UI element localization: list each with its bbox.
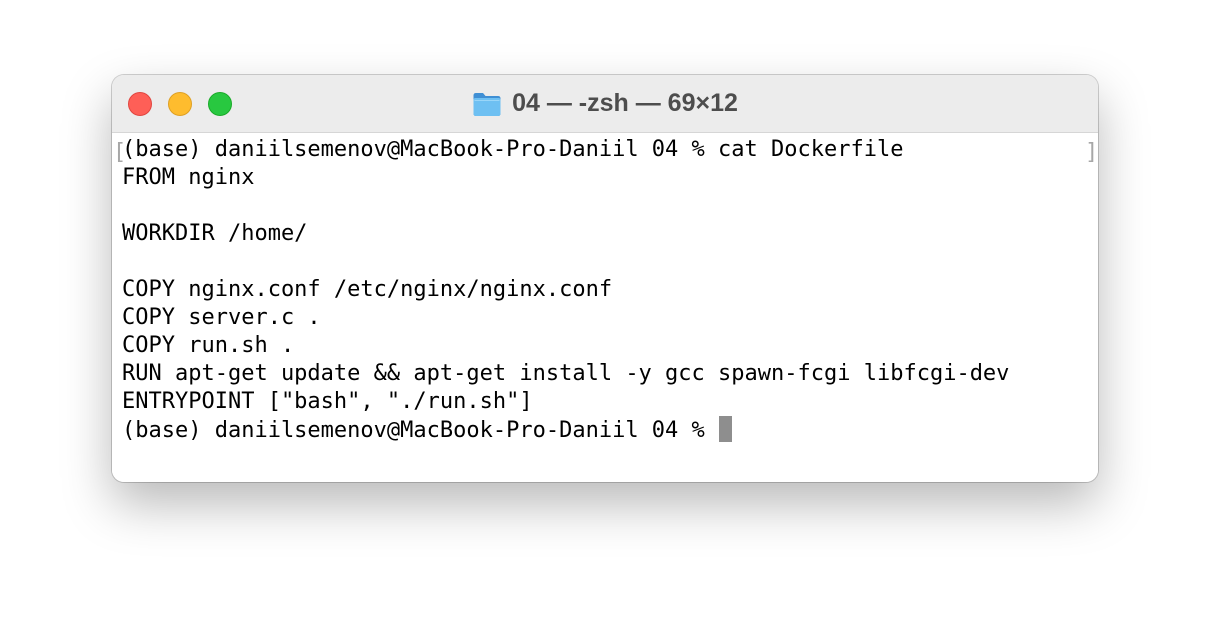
terminal-line: FROM nginx — [122, 165, 255, 190]
terminal-line: COPY server.c . — [122, 305, 321, 330]
shell-prompt: (base) daniilsemenov@MacBook-Pro-Daniil … — [122, 418, 719, 443]
terminal-line: RUN apt-get update && apt-get install -y… — [122, 361, 1010, 386]
terminal-line: (base) daniilsemenov@MacBook-Pro-Daniil … — [122, 137, 904, 162]
title-bar[interactable]: 04 — -zsh — 69×12 — [112, 75, 1098, 133]
text-cursor — [719, 416, 733, 442]
terminal-line: WORKDIR /home/ — [122, 221, 308, 246]
terminal-window[interactable]: 04 — -zsh — 69×12 [ ] (base) daniilsemen… — [112, 75, 1098, 482]
terminal-content[interactable]: [ ] (base) daniilsemenov@MacBook-Pro-Dan… — [112, 133, 1098, 482]
terminal-line: ENTRYPOINT ["bash", "./run.sh"] — [122, 389, 533, 414]
terminal-line: COPY run.sh . — [122, 333, 295, 358]
folder-icon — [473, 92, 501, 116]
terminal-line: COPY nginx.conf /etc/nginx/nginx.conf — [122, 277, 613, 302]
terminal-output: (base) daniilsemenov@MacBook-Pro-Daniil … — [122, 136, 1009, 444]
window-title: 04 — -zsh — 69×12 — [512, 89, 738, 117]
selection-mark-right: ] — [1085, 140, 1098, 165]
title-container: 04 — -zsh — 69×12 — [112, 75, 1098, 132]
prompt-line[interactable]: (base) daniilsemenov@MacBook-Pro-Daniil … — [122, 416, 1009, 444]
